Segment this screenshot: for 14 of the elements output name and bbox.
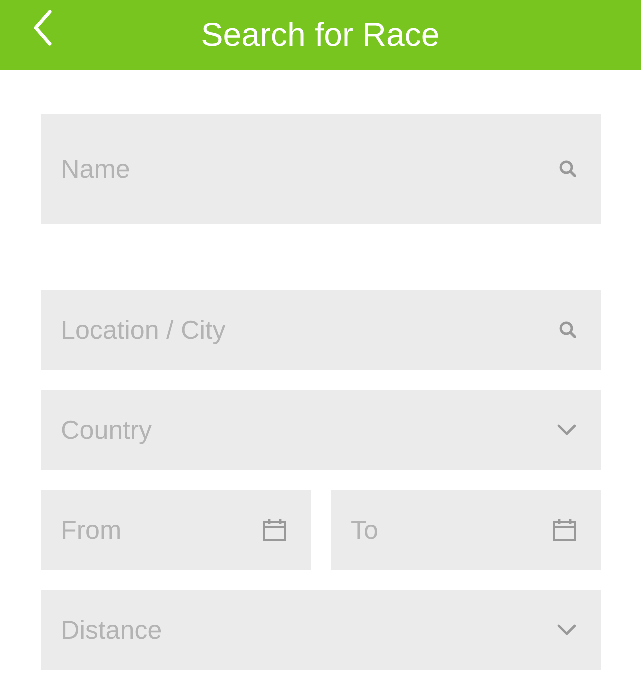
calendar-icon[interactable] xyxy=(263,518,287,542)
dropdown-field[interactable]: Country xyxy=(41,390,601,470)
name-field[interactable]: Name xyxy=(41,114,601,224)
page-title: Search for Race xyxy=(201,16,440,54)
search-icon[interactable] xyxy=(559,160,577,178)
search-icon[interactable] xyxy=(559,321,577,339)
search-field[interactable]: Location / City xyxy=(41,290,601,370)
date-field[interactable]: From xyxy=(41,490,311,570)
chevron-down-icon[interactable] xyxy=(557,624,577,636)
dropdown-field[interactable]: Distance xyxy=(41,590,601,670)
chevron-down-icon[interactable] xyxy=(557,424,577,436)
date-field[interactable]: To xyxy=(331,490,601,570)
calendar-icon[interactable] xyxy=(553,518,577,542)
back-icon[interactable] xyxy=(33,10,53,46)
